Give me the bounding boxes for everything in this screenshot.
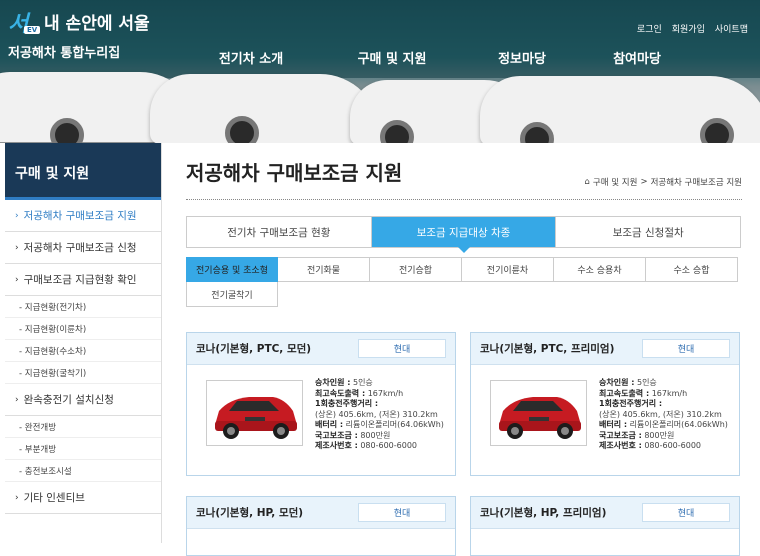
global-nav: 전기차 소개 구매 및 지원 정보마당 참여마당 — [218, 48, 667, 67]
breadcrumb: ⌂ 구매 및 지원 > 저공해차 구매보조금 지원 — [585, 176, 742, 188]
subtab-ev-bus[interactable]: 전기승합 — [370, 257, 462, 282]
chevron-right-icon: › — [15, 492, 19, 503]
vehicle-image — [490, 380, 587, 446]
vehicle-card[interactable]: 코나(기본형, HP, 프리미엄) 현대 — [470, 496, 740, 556]
tab-eligible-models[interactable]: 보조금 지급대상 차종 — [371, 217, 557, 253]
sidebar-sub-excavator[interactable]: - 지급현황(굴착기) — [5, 362, 161, 384]
vehicle-name: 코나(기본형, HP, 모던) — [196, 507, 304, 519]
site-logo[interactable]: 서 EV 내 손안에 서울 — [8, 6, 150, 37]
subtab-ev-motorcycle[interactable]: 전기이륜차 — [462, 257, 554, 282]
sitemap-link[interactable]: 사이트맵 — [715, 22, 748, 35]
chevron-right-icon: › — [15, 394, 19, 405]
gnb-info[interactable]: 정보마당 — [487, 48, 557, 67]
sidebar-sub-partial-open[interactable]: - 부분개방 — [5, 438, 161, 460]
chevron-right-icon: › — [15, 274, 19, 285]
vehicle-name: 코나(기본형, HP, 프리미엄) — [480, 507, 607, 519]
vehicle-specs: 승차인원 : 5인승 최고속도출력 : 167km/h 1회충전주행거리 : (… — [599, 378, 728, 450]
maker-button[interactable]: 현대 — [642, 503, 730, 522]
sidebar-sub-full-open[interactable]: - 완전개방 — [5, 416, 161, 438]
chevron-right-icon: > — [640, 177, 648, 187]
divider — [186, 199, 742, 200]
seoul-logo-icon: 서 EV — [8, 6, 41, 37]
sidebar-sub-hydrogen[interactable]: - 지급현황(수소차) — [5, 340, 161, 362]
logo-text: 내 손안에 서울 — [44, 13, 150, 34]
subtab-ev-truck[interactable]: 전기화물 — [278, 257, 370, 282]
maker-button[interactable]: 현대 — [358, 339, 446, 358]
vehicle-card[interactable]: 코나(기본형, PTC, 프리미엄) 현대 승차인원 : 5인승 최고속도출력 … — [470, 332, 740, 476]
vehicle-card[interactable]: 코나(기본형, HP, 모던) 현대 — [186, 496, 456, 556]
subtab-ev-passenger[interactable]: 전기승용 및 초소형 — [186, 257, 278, 282]
sidebar-item-payment-status[interactable]: › 구매보조금 지급현황 확인 — [5, 264, 161, 296]
page-title: 저공해차 구매보조금 지원 — [186, 161, 403, 185]
vehicle-name: 코나(기본형, PTC, 모던) — [196, 343, 312, 355]
signup-link[interactable]: 회원가입 — [672, 22, 705, 35]
site-title[interactable]: 저공해차 통합누리집 — [8, 42, 120, 61]
sidebar-sub-charging-aux[interactable]: - 충전보조시설 — [5, 460, 161, 482]
breadcrumb-item: 저공해차 구매보조금 지원 — [650, 178, 742, 188]
maker-button[interactable]: 현대 — [358, 503, 446, 522]
chevron-right-icon: › — [15, 210, 19, 221]
gnb-participation[interactable]: 참여마당 — [607, 48, 667, 67]
banner-car-image — [150, 74, 380, 143]
vehicle-image — [206, 380, 303, 446]
chevron-right-icon: › — [15, 242, 19, 253]
home-icon[interactable]: ⌂ — [585, 177, 590, 187]
vehicle-name: 코나(기본형, PTC, 프리미엄) — [480, 343, 615, 355]
vehicle-specs: 승차인원 : 5인승 최고속도출력 : 167km/h 1회충전주행거리 : (… — [315, 378, 444, 450]
sidebar-item-charger[interactable]: › 완속충전기 설치신청 — [5, 384, 161, 416]
subtab-hydrogen-bus[interactable]: 수소 승합 — [646, 257, 738, 282]
header-banner: 서 EV 내 손안에 서울 저공해차 통합누리집 로그인 회원가입 사이트맵 전… — [0, 0, 760, 143]
sidebar-title: 구매 및 지원 — [5, 143, 161, 200]
login-link[interactable]: 로그인 — [637, 22, 662, 35]
utility-links: 로그인 회원가입 사이트맵 — [637, 22, 748, 35]
main-tabs: 전기차 구매보조금 현황 보조금 지급대상 차종 보조금 신청절차 — [186, 216, 741, 253]
subtab-hydrogen-passenger[interactable]: 수소 승용차 — [554, 257, 646, 282]
maker-button[interactable]: 현대 — [642, 339, 730, 358]
tab-apply-procedure[interactable]: 보조금 신청절차 — [556, 217, 740, 247]
gnb-ev-intro[interactable]: 전기차 소개 — [218, 48, 284, 67]
subtab-ev-excavator[interactable]: 전기굴착기 — [186, 282, 278, 307]
sidebar-item-subsidy-support[interactable]: › 저공해차 구매보조금 지원 — [5, 200, 161, 232]
sidebar-sub-ev[interactable]: - 지급현황(전기차) — [5, 296, 161, 318]
sidebar-item-incentive[interactable]: › 기타 인센티브 — [5, 482, 161, 514]
tab-subsidy-status[interactable]: 전기차 구매보조금 현황 — [187, 217, 372, 247]
vehicle-card[interactable]: 코나(기본형, PTC, 모던) 현대 승차인원 : 5인승 최고속도출력 : … — [186, 332, 456, 476]
sidebar-sub-motorcycle[interactable]: - 지급현황(이륜차) — [5, 318, 161, 340]
sub-tabs: 전기승용 및 초소형 전기화물 전기승합 전기이륜차 수소 승용차 수소 승합 … — [186, 257, 742, 307]
breadcrumb-item[interactable]: 구매 및 지원 — [593, 176, 638, 188]
sidebar-item-subsidy-apply[interactable]: › 저공해차 구매보조금 신청 — [5, 232, 161, 264]
gnb-purchase-support[interactable]: 구매 및 지원 — [357, 48, 427, 67]
sidebar: 구매 및 지원 › 저공해차 구매보조금 지원 › 저공해차 구매보조금 신청 › 구… — [5, 143, 162, 543]
